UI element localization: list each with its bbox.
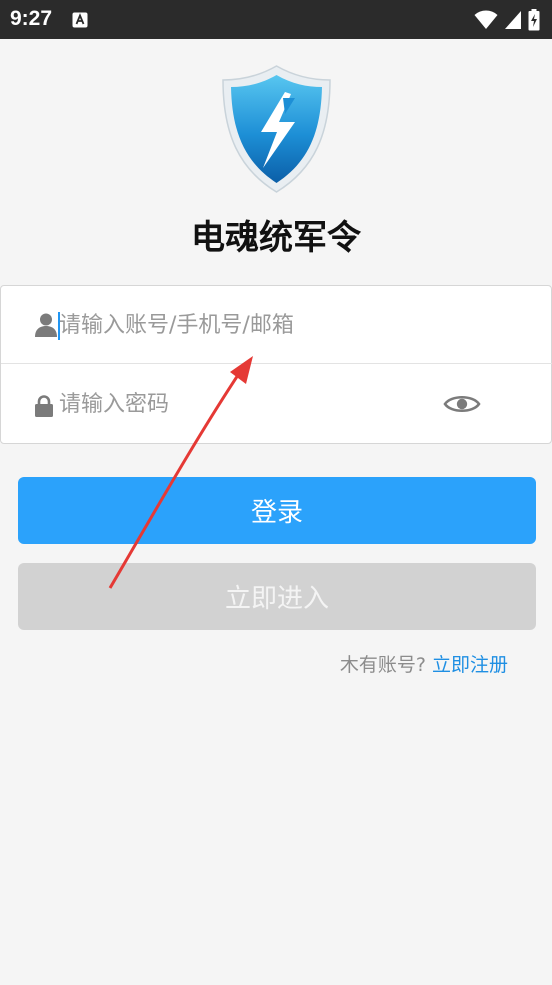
user-icon (35, 313, 57, 337)
password-row (1, 365, 552, 443)
wifi-icon (474, 10, 498, 29)
login-screen: 9:27 电魂统军令 请输入账号/手机号/邮箱 登录 立即进入 木有账号? 立即… (0, 0, 552, 985)
register-link[interactable]: 立即注册 (432, 654, 508, 676)
account-input[interactable] (59, 286, 439, 364)
app-title: 电魂统军令 (191, 218, 361, 258)
status-icons (474, 9, 540, 31)
register-prompt: 木有账号? (339, 654, 426, 676)
enter-now-button[interactable]: 立即进入 (18, 563, 536, 630)
shield-lightning-icon (222, 65, 331, 193)
account-row (1, 286, 552, 364)
status-bar: 9:27 (0, 0, 552, 39)
login-form (0, 285, 552, 444)
battery-charging-icon (528, 9, 540, 31)
lock-icon (35, 395, 53, 417)
text-a-icon (72, 12, 88, 28)
password-input[interactable] (59, 365, 439, 443)
eye-icon[interactable] (443, 391, 481, 417)
signal-icon (505, 11, 521, 29)
register-row: 木有账号? 立即注册 (340, 650, 508, 677)
login-button[interactable]: 登录 (18, 477, 536, 544)
status-time: 9:27 (10, 7, 53, 30)
